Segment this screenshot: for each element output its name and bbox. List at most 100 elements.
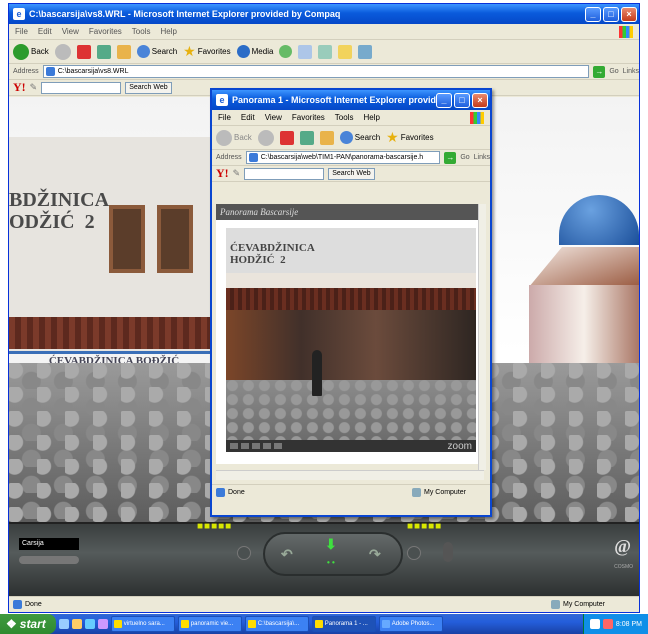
- forward-arrow-icon[interactable]: [54, 43, 71, 60]
- menu-tools[interactable]: Tools: [132, 27, 151, 36]
- task-adobe-photoshop[interactable]: Adobe Photos...: [378, 616, 443, 632]
- mail-icon[interactable]: [298, 44, 313, 59]
- print-icon[interactable]: [318, 44, 333, 59]
- menu-file[interactable]: File: [15, 27, 28, 36]
- straighten-icon[interactable]: [443, 542, 453, 562]
- center-point-icon[interactable]: • •: [327, 558, 335, 567]
- popup-favorites-button[interactable]: ★ Favorites: [386, 129, 433, 146]
- popup-address-input[interactable]: C:\bascarsija\web\TIM1-PAN\panorama-basc…: [245, 151, 441, 164]
- popup-home-icon[interactable]: [319, 130, 334, 145]
- close-button[interactable]: ×: [621, 6, 637, 22]
- popup-menu-file[interactable]: File: [218, 113, 231, 122]
- quicklaunch-ie-icon[interactable]: [58, 619, 69, 629]
- popup-horizontal-scrollbar[interactable]: [216, 470, 484, 480]
- popup-yahoo-search-button[interactable]: Search Web: [328, 167, 375, 180]
- pan-right-icon[interactable]: [241, 443, 249, 449]
- task-panorama-1[interactable]: Panorama 1 - ...: [311, 616, 376, 632]
- back-label: Back: [31, 47, 49, 56]
- panorama-shopfront: [226, 310, 476, 380]
- links-label[interactable]: Links: [623, 68, 639, 75]
- move-forward-icon[interactable]: ⬇: [325, 536, 337, 553]
- popup-menu-help[interactable]: Help: [363, 113, 379, 122]
- main-toolbar: Back Search ★ Favorites Media: [9, 40, 639, 64]
- media-button[interactable]: Media: [236, 45, 273, 58]
- menu-view[interactable]: View: [62, 27, 79, 36]
- stop-pan-icon[interactable]: [274, 443, 282, 449]
- menu-help[interactable]: Help: [160, 27, 176, 36]
- start-label: start: [19, 617, 46, 631]
- popup-go-label[interactable]: Go: [460, 154, 469, 161]
- task-panoramic[interactable]: panoramic vie...: [177, 616, 242, 632]
- popup-menu-edit[interactable]: Edit: [241, 113, 255, 122]
- pan-left-icon[interactable]: [230, 443, 238, 449]
- menu-favorites[interactable]: Favorites: [89, 27, 122, 36]
- main-address-input[interactable]: C:\bascarsija\vs8.WRL: [42, 65, 590, 78]
- zoom-in-icon[interactable]: [252, 443, 260, 449]
- popup-maximize-button[interactable]: □: [454, 92, 470, 108]
- popup-minimize-button[interactable]: _: [436, 92, 452, 108]
- turn-right-icon[interactable]: ↷: [369, 546, 381, 563]
- quicklaunch-folder-icon[interactable]: [71, 619, 82, 629]
- popup-refresh-icon[interactable]: [299, 130, 314, 145]
- main-window-title: C:\bascarsija\vs8.WRL - Microsoft Intern…: [29, 9, 341, 19]
- clock[interactable]: 8:08 PM: [616, 621, 642, 628]
- popup-menu-view[interactable]: View: [265, 113, 282, 122]
- refresh-icon[interactable]: [96, 44, 111, 59]
- menu-edit[interactable]: Edit: [38, 27, 52, 36]
- pencil-icon[interactable]: ✎: [30, 82, 38, 93]
- tray-network-icon[interactable]: [589, 619, 600, 629]
- indicator-left: ■■■■■: [197, 521, 233, 532]
- tray-security-icon[interactable]: [602, 619, 613, 629]
- ie-icon: e: [13, 8, 25, 20]
- viewpoint-slider[interactable]: [19, 556, 79, 564]
- start-button[interactable]: ❖ start: [0, 614, 56, 634]
- back-button[interactable]: Back: [13, 43, 49, 60]
- popup-page-icon: [248, 153, 258, 162]
- go-label[interactable]: Go: [609, 68, 618, 75]
- popup-menu-bar: File Edit View Favorites Tools Help: [212, 110, 490, 126]
- quicklaunch-desktop-icon[interactable]: [84, 619, 95, 629]
- messenger-icon[interactable]: [358, 44, 373, 59]
- popup-pencil-icon[interactable]: ✎: [233, 168, 241, 179]
- tilt-icon[interactable]: [407, 546, 421, 560]
- task-bascarsija[interactable]: C:\bascarsija\...: [244, 616, 309, 632]
- popup-search-button[interactable]: Search: [339, 131, 380, 144]
- zoom-out-icon[interactable]: [263, 443, 271, 449]
- popup-go-arrow-icon[interactable]: →: [444, 151, 457, 164]
- quicklaunch-media-icon[interactable]: [97, 619, 108, 629]
- zoom-icon[interactable]: [237, 546, 251, 560]
- minimize-button[interactable]: _: [585, 6, 601, 22]
- popup-menu-favorites[interactable]: Favorites: [292, 113, 325, 122]
- popup-close-button[interactable]: ×: [472, 92, 488, 108]
- panorama-viewer[interactable]: ĆEVABDŽINICA HODŽIĆ 2 zoom: [226, 228, 476, 452]
- yahoo-logo-icon[interactable]: Y!: [13, 80, 26, 95]
- viewpoint-field[interactable]: Carsija: [19, 538, 79, 550]
- popup-yahoo-logo-icon[interactable]: Y!: [216, 166, 229, 181]
- task-icon: [180, 620, 189, 628]
- back-arrow-icon: [13, 43, 29, 60]
- popup-address-value: C:\bascarsija\web\TIM1-PAN\panorama-basc…: [260, 154, 424, 161]
- popup-title-bar[interactable]: e Panorama 1 - Microsoft Internet Explor…: [212, 90, 490, 110]
- yahoo-search-input[interactable]: [41, 81, 122, 94]
- search-button[interactable]: Search: [136, 45, 177, 58]
- favorites-button[interactable]: ★ Favorites: [183, 43, 230, 60]
- task-virtuelno[interactable]: virtuelno sara...: [110, 616, 175, 632]
- popup-back-button[interactable]: Back: [216, 129, 252, 146]
- popup-menu-tools[interactable]: Tools: [335, 113, 354, 122]
- history-icon[interactable]: [279, 45, 293, 58]
- home-icon[interactable]: [116, 44, 131, 59]
- turn-left-icon[interactable]: ↶: [281, 546, 293, 563]
- yahoo-search-button[interactable]: Search Web: [125, 81, 172, 94]
- main-title-bar[interactable]: e C:\bascarsija\vs8.WRL - Microsoft Inte…: [9, 4, 639, 24]
- go-arrow-icon[interactable]: →: [593, 65, 606, 78]
- navigation-pad[interactable]: ⬇ ↶ ↷ • •: [263, 532, 403, 576]
- popup-links-label[interactable]: Links: [474, 154, 490, 161]
- cosmo-logo-text: COSMO: [614, 564, 633, 570]
- popup-forward-arrow-icon[interactable]: [257, 129, 274, 146]
- maximize-button[interactable]: □: [603, 6, 619, 22]
- stop-icon[interactable]: [76, 44, 91, 59]
- popup-yahoo-search-input[interactable]: [244, 167, 325, 180]
- folder-icon[interactable]: [338, 44, 353, 59]
- popup-stop-icon[interactable]: [279, 130, 294, 145]
- popup-vertical-scrollbar[interactable]: [478, 204, 486, 470]
